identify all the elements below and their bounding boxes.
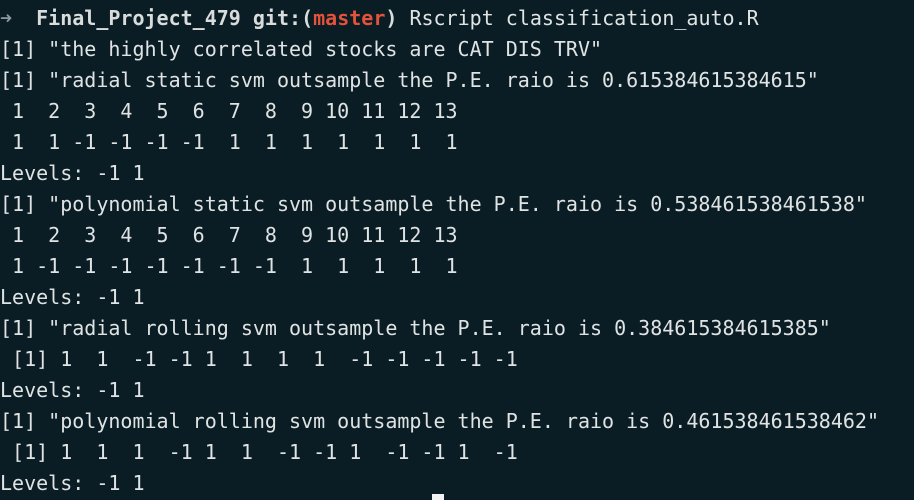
output-line: 1 -1 -1 -1 -1 -1 -1 -1 1 1 1 1 1 [0,254,458,278]
output-line: Levels: -1 1 [0,285,145,309]
branch-open-paren: ( [301,6,314,30]
output-line: Levels: -1 1 [0,161,145,185]
output-line: [1] "polynomial rolling svm outsample th… [0,409,879,433]
output-line: [1] "radial rolling svm outsample the P.… [0,316,831,340]
prompt-directory: Final_Project_479 [36,6,241,30]
output-line: [1] 1 1 1 -1 1 1 -1 -1 1 -1 -1 1 -1 [0,440,518,464]
output-line: Levels: -1 1 [0,378,145,402]
git-branch: master [313,6,386,30]
git-label: git: [252,6,302,30]
output-line: [1] 1 1 -1 -1 1 1 1 1 -1 -1 -1 -1 -1 [0,347,518,371]
terminal-window[interactable]: ➜ Final_Project_479 git:(master) Rscript… [0,0,914,500]
output-line: 1 2 3 4 5 6 7 8 9 10 11 12 13 [0,223,458,247]
output-line: Levels: -1 1 [0,471,145,495]
branch-close-paren: ) [385,6,398,30]
command-text: Rscript classification_auto.R [409,6,759,30]
output-line: [1] "the highly correlated stocks are CA… [0,37,603,61]
prompt-line: ➜ Final_Project_479 git:(master) Rscript… [0,3,759,33]
output-line: 1 1 -1 -1 -1 -1 1 1 1 1 1 1 1 [0,130,458,154]
terminal-cursor [432,494,444,500]
output-line: [1] "polynomial static svm outsample the… [0,192,867,216]
prompt-arrow-icon: ➜ [0,6,13,30]
output-line: 1 2 3 4 5 6 7 8 9 10 11 12 13 [0,99,458,123]
output-line: [1] "radial static svm outsample the P.E… [0,68,819,92]
